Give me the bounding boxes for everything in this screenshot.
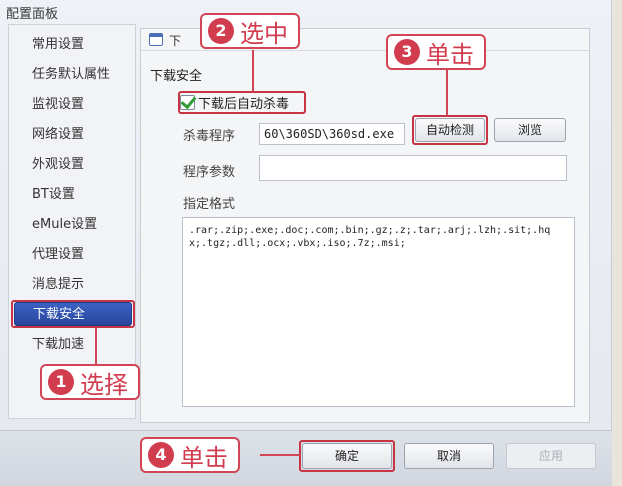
formats-textarea[interactable]: .rar;.zip;.exe;.doc;.com;.bin;.gz;.z;.ta… — [182, 217, 575, 407]
section-title: 下载安全 — [150, 69, 203, 84]
sidebar-item-proxy[interactable]: 代理设置 — [14, 243, 132, 267]
callout-number: 1 — [48, 369, 74, 395]
sidebar-item-download-security[interactable]: 下载安全 — [14, 302, 132, 326]
program-params-input[interactable] — [259, 155, 567, 181]
auto-antivirus-label: 下载后自动杀毒 — [198, 96, 290, 112]
formats-label: 指定格式 — [183, 197, 236, 212]
callout-step-2: 2 选中 — [200, 13, 300, 49]
sidebar-item-emule[interactable]: eMule设置 — [14, 213, 132, 237]
sidebar-item-task-defaults[interactable]: 任务默认属性 — [14, 63, 132, 87]
browse-button[interactable]: 浏览 — [494, 118, 566, 142]
callout-leader-2 — [252, 50, 254, 92]
window-title: 配置面板 — [6, 7, 59, 22]
callout-leader-1 — [95, 328, 97, 364]
window-icon — [149, 33, 163, 46]
callout-number: 4 — [148, 442, 174, 468]
callout-leader-4 — [260, 454, 300, 456]
antivirus-program-input[interactable]: 60\360SD\360sd.exe — [259, 123, 405, 145]
dialog-footer: 确定 取消 应用 — [0, 430, 612, 486]
auto-antivirus-checkbox[interactable] — [180, 94, 195, 110]
callout-text: 选择 — [80, 370, 128, 399]
sidebar-item-network[interactable]: 网络设置 — [14, 123, 132, 147]
callout-leader-3 — [446, 70, 448, 116]
sidebar-item-appearance[interactable]: 外观设置 — [14, 153, 132, 177]
callout-step-1: 1 选择 — [40, 364, 140, 400]
callout-step-4: 4 单击 — [140, 437, 240, 473]
callout-number: 2 — [208, 18, 234, 44]
program-params-label: 程序参数 — [183, 165, 236, 180]
antivirus-program-label: 杀毒程序 — [183, 129, 236, 144]
sidebar-item-monitor[interactable]: 监视设置 — [14, 93, 132, 117]
apply-button: 应用 — [506, 443, 596, 469]
cancel-button[interactable]: 取消 — [404, 443, 494, 469]
sidebar-item-download-boost[interactable]: 下载加速 — [14, 333, 132, 357]
sidebar-item-messages[interactable]: 消息提示 — [14, 273, 132, 297]
callout-step-3: 3 单击 — [386, 34, 486, 70]
ok-button[interactable]: 确定 — [302, 443, 392, 469]
callout-text: 单击 — [180, 443, 228, 472]
callout-number: 3 — [394, 39, 420, 65]
sidebar: 常用设置 任务默认属性 监视设置 网络设置 外观设置 BT设置 eMule设置 … — [8, 24, 136, 419]
panel-header-title: 下 — [169, 34, 182, 48]
callout-text: 选中 — [240, 19, 288, 48]
auto-antivirus-option[interactable]: 下载后自动杀毒 — [180, 92, 289, 112]
auto-detect-button[interactable]: 自动检测 — [415, 118, 485, 142]
sidebar-item-common[interactable]: 常用设置 — [14, 33, 132, 57]
sidebar-item-bt[interactable]: BT设置 — [14, 183, 132, 207]
callout-text: 单击 — [426, 40, 474, 69]
config-window: 配置面板 常用设置 任务默认属性 监视设置 网络设置 外观设置 BT设置 eMu… — [0, 0, 612, 486]
